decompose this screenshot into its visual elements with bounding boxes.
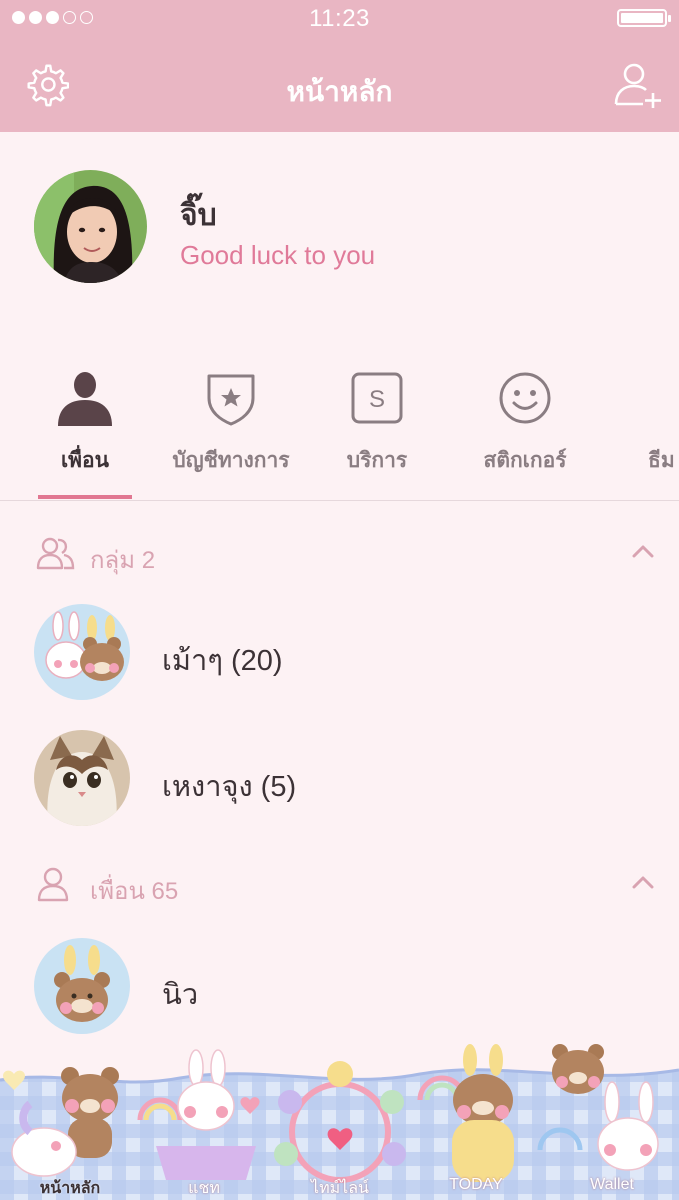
tab-services-label: บริการ: [346, 449, 408, 472]
theme-brush-icon: [642, 368, 679, 428]
friends-section-label: เพื่อน 65: [90, 878, 179, 905]
list-item-name: เหงาจุง (5): [162, 771, 297, 803]
official-shield-icon: [207, 374, 255, 426]
groups-section-label: กลุ่ม 2: [90, 547, 156, 574]
svg-text:S: S: [369, 386, 385, 413]
tab-official-accounts[interactable]: บัญชีทางการ: [151, 362, 311, 492]
list-item[interactable]: นิว: [34, 938, 674, 1038]
bottom-nav-wallet[interactable]: Wallet: [544, 1176, 679, 1194]
profile-avatar[interactable]: [34, 170, 147, 283]
tab-themes-label: ธีม: [648, 449, 675, 472]
tabs-divider: [0, 500, 679, 501]
chevron-up-icon[interactable]: [630, 539, 656, 565]
tab-friends-label: เพื่อน: [61, 449, 109, 472]
tab-themes[interactable]: ธีม: [592, 362, 679, 492]
smiley-icon: [499, 372, 551, 424]
status-bar: 11:23: [0, 0, 679, 36]
bottom-nav-chat[interactable]: แชท: [136, 1176, 272, 1200]
profile-status-message[interactable]: Good luck to you: [180, 240, 375, 271]
active-tab-indicator: [38, 495, 132, 499]
page-title: หน้าหลัก: [286, 76, 393, 107]
bottom-nav-timeline[interactable]: ไทม์ไลน์: [272, 1176, 408, 1200]
list-item[interactable]: เม้าๆ (20): [34, 604, 674, 704]
add-friend-icon[interactable]: [613, 60, 663, 110]
group-avatar: [34, 604, 130, 700]
list-item-name: นิว: [162, 979, 199, 1011]
tab-friends[interactable]: เพื่อน: [5, 362, 165, 492]
tab-services[interactable]: S บริการ: [297, 362, 457, 492]
group-avatar: [34, 730, 130, 826]
service-s-icon: S: [351, 372, 403, 424]
tab-stickers-label: สติกเกอร์: [483, 449, 567, 472]
tab-stickers[interactable]: สติกเกอร์: [445, 362, 605, 492]
chevron-up-icon[interactable]: [630, 870, 656, 896]
groups-section-header[interactable]: กลุ่ม 2: [36, 535, 676, 575]
list-item[interactable]: เหงาจุง (5): [34, 730, 674, 830]
list-item-name: เม้าๆ (20): [162, 645, 283, 677]
battery-icon: [617, 9, 671, 27]
top-bar: 11:23 หน้าหลัก: [0, 0, 679, 132]
profile-name[interactable]: จิ๊บ: [180, 192, 217, 239]
tab-official-accounts-label: บัญชีทางการ: [172, 449, 290, 472]
person-outline-icon: [37, 867, 69, 902]
friend-avatar: [34, 938, 130, 1034]
bottom-nav-today[interactable]: TODAY: [408, 1176, 544, 1194]
bottom-nav-home[interactable]: หน้าหลัก: [2, 1176, 138, 1200]
person-icon: [58, 372, 112, 426]
group-icon: [36, 537, 75, 570]
status-time: 11:23: [309, 5, 370, 32]
friends-section-header[interactable]: เพื่อน 65: [36, 866, 676, 906]
